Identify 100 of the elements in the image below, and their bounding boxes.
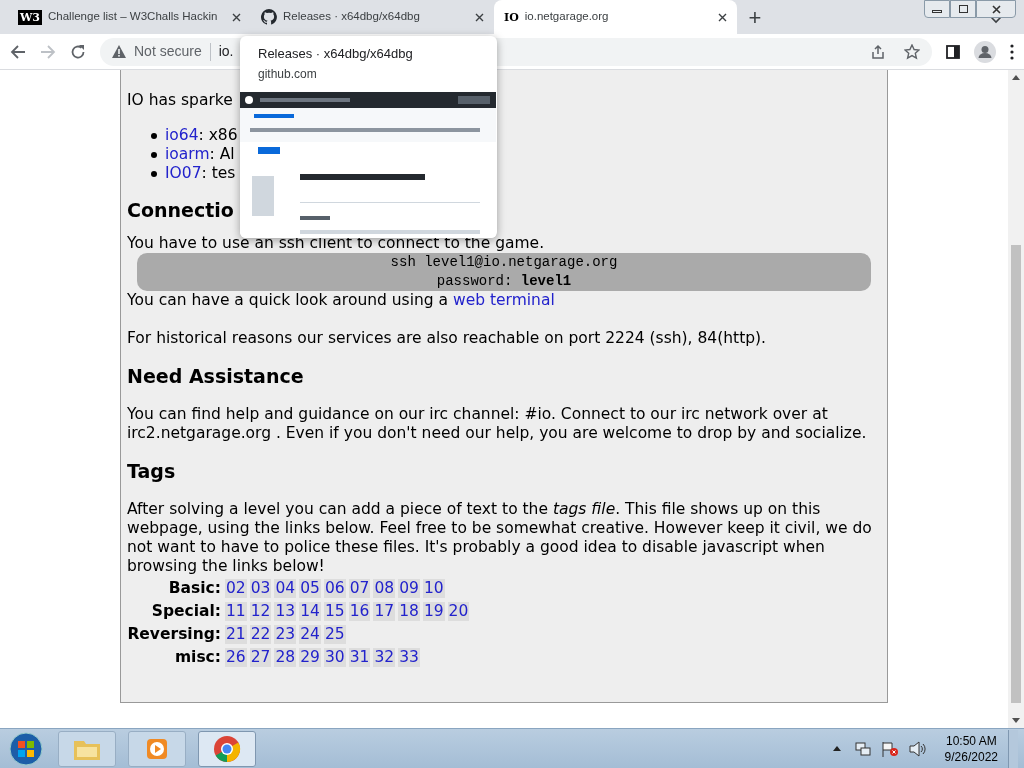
tag-link[interactable]: 27	[249, 648, 272, 667]
link[interactable]: io64	[165, 126, 199, 144]
bullet-icon	[151, 151, 157, 158]
tab-title: io.netgarage.org	[524, 9, 610, 25]
list-item: ioarm: Al	[165, 145, 235, 164]
clock[interactable]: 10:50 AM 9/26/2022	[944, 732, 998, 765]
close-icon	[991, 4, 1001, 14]
clock-time: 10:50 AM	[945, 732, 997, 749]
tag-link[interactable]: 20	[447, 602, 470, 621]
tag-link[interactable]: 29	[299, 648, 321, 667]
tag-link[interactable]: 30	[323, 648, 346, 667]
tag-link[interactable]: 32	[373, 648, 396, 667]
tag-link[interactable]: 18	[398, 602, 420, 621]
tag-link[interactable]: 17	[373, 602, 396, 621]
close-icon[interactable]	[232, 12, 241, 22]
tag-link[interactable]: 09	[398, 579, 420, 598]
paragraph: IO has sparke	[127, 91, 234, 110]
section-heading: Connectio	[127, 201, 235, 220]
tag-link[interactable]: 11	[225, 602, 247, 621]
tag-link[interactable]: 02	[225, 579, 247, 598]
tag-link[interactable]: 33	[398, 648, 420, 667]
close-icon[interactable]	[475, 12, 484, 22]
scroll-down-icon[interactable]	[1012, 718, 1020, 723]
back-icon[interactable]	[10, 43, 26, 60]
section-heading: Need Assistance	[127, 367, 305, 386]
share-icon[interactable]	[870, 43, 886, 60]
tag-link[interactable]: 12	[249, 602, 272, 621]
restore-button[interactable]	[950, 0, 976, 18]
warning-icon	[112, 45, 126, 58]
minimize-button[interactable]	[924, 0, 950, 18]
chevron-down-icon[interactable]	[990, 16, 1002, 24]
hover-card-title: Releases · x64dbg/x64dbg	[258, 45, 414, 63]
tray-arrow-icon[interactable]	[832, 746, 841, 751]
clock-date: 9/26/2022	[944, 748, 998, 765]
tab-favicon: W3	[18, 9, 42, 25]
tag-link[interactable]: 25	[323, 625, 346, 644]
tab-title: Releases · x64dbg/x64dbg	[283, 9, 421, 25]
browser-tab[interactable]: W3 Challenge list – W3Challs Hackin	[8, 0, 251, 34]
media-player-icon	[145, 736, 169, 761]
profile-icon[interactable]	[974, 40, 996, 63]
link[interactable]: web terminal	[453, 291, 555, 309]
tag-category-label: Basic:	[167, 579, 222, 598]
tag-link[interactable]: 13	[274, 602, 297, 621]
paragraph: After solving a level you can add a piece of text to the tags file. This file shows up on this webpage, using the links below. Feel free to be somewhat creative. However keep it civil, we do not want to have to police these files. It's probably a good idea to disable javascript when browsing the links below!	[127, 500, 873, 576]
tag-link[interactable]: 16	[348, 602, 371, 621]
paragraph: For historical reasons our services are also reachable on port 2224 (ssh), 84(http).	[127, 329, 768, 348]
github-icon	[261, 9, 277, 25]
flag-icon[interactable]	[880, 740, 899, 757]
tag-link[interactable]: 05	[299, 579, 321, 598]
tag-link[interactable]: 08	[373, 579, 396, 598]
tag-link[interactable]: 31	[348, 648, 371, 667]
section-heading: Tags	[127, 462, 177, 481]
star-icon[interactable]	[904, 43, 920, 60]
tag-category-label: misc:	[173, 648, 222, 667]
speaker-icon[interactable]	[908, 740, 927, 757]
reload-icon[interactable]	[70, 43, 86, 60]
browser-tab[interactable]: Releases · x64dbg/x64dbg	[251, 0, 494, 34]
tag-link[interactable]: 04	[274, 579, 297, 598]
scroll-up-icon[interactable]	[1012, 75, 1020, 80]
tag-link[interactable]: 14	[299, 602, 321, 621]
url-text: io.	[218, 42, 234, 61]
tag-link[interactable]: 22	[249, 625, 272, 644]
network-icon[interactable]	[854, 740, 871, 757]
list-item: io64: x86	[165, 126, 238, 145]
tag-link[interactable]: 07	[348, 579, 371, 598]
browser-tab[interactable]: IO io.netgarage.org	[494, 0, 737, 34]
tag-link[interactable]: 10	[422, 579, 445, 598]
bullet-icon	[151, 170, 157, 177]
scrollbar[interactable]	[1008, 70, 1024, 728]
new-tab-button[interactable]: +	[737, 0, 773, 34]
link[interactable]: IO07	[165, 164, 202, 182]
tag-link[interactable]: 24	[299, 625, 321, 644]
code-line: password: level1	[435, 272, 573, 291]
tag-category-label: Special:	[150, 602, 222, 621]
list-item: IO07: tes	[165, 164, 236, 183]
tag-link[interactable]: 15	[323, 602, 346, 621]
link[interactable]: ioarm	[165, 145, 210, 163]
bullet-icon	[151, 132, 157, 139]
hover-card-domain: github.com	[258, 66, 318, 83]
tab-favicon: IO	[504, 11, 519, 23]
tag-link[interactable]: 03	[249, 579, 272, 598]
tag-link[interactable]: 26	[225, 648, 247, 667]
close-icon[interactable]	[718, 12, 727, 22]
tag-link[interactable]: 19	[422, 602, 445, 621]
code-line: ssh level1@io.netgarage.org	[389, 253, 619, 272]
tag-link[interactable]: 23	[274, 625, 297, 644]
chrome-icon	[213, 734, 241, 763]
close-button[interactable]	[976, 0, 1016, 18]
taskbar-app[interactable]	[198, 730, 256, 767]
side-panel-icon[interactable]	[946, 44, 960, 59]
tab-title: Challenge list – W3Challs Hackin	[48, 9, 219, 25]
tag-link[interactable]: 06	[323, 579, 346, 598]
tag-link[interactable]: 28	[274, 648, 297, 667]
menu-icon[interactable]	[1010, 43, 1014, 60]
tag-link[interactable]: 21	[225, 625, 247, 644]
paragraph: You can find help and guidance on our irc channel: #io. Connect to our irc network over at irc2.netgarage.org . Even if you don't need our help, you are welcome to drop by and socialize.	[127, 405, 868, 443]
paragraph: You can have a quick look around using a web terminal	[127, 291, 556, 310]
tag-category-label: Reversing:	[127, 625, 222, 644]
security-label: Not secure	[134, 42, 202, 61]
start-button[interactable]	[6, 730, 46, 767]
